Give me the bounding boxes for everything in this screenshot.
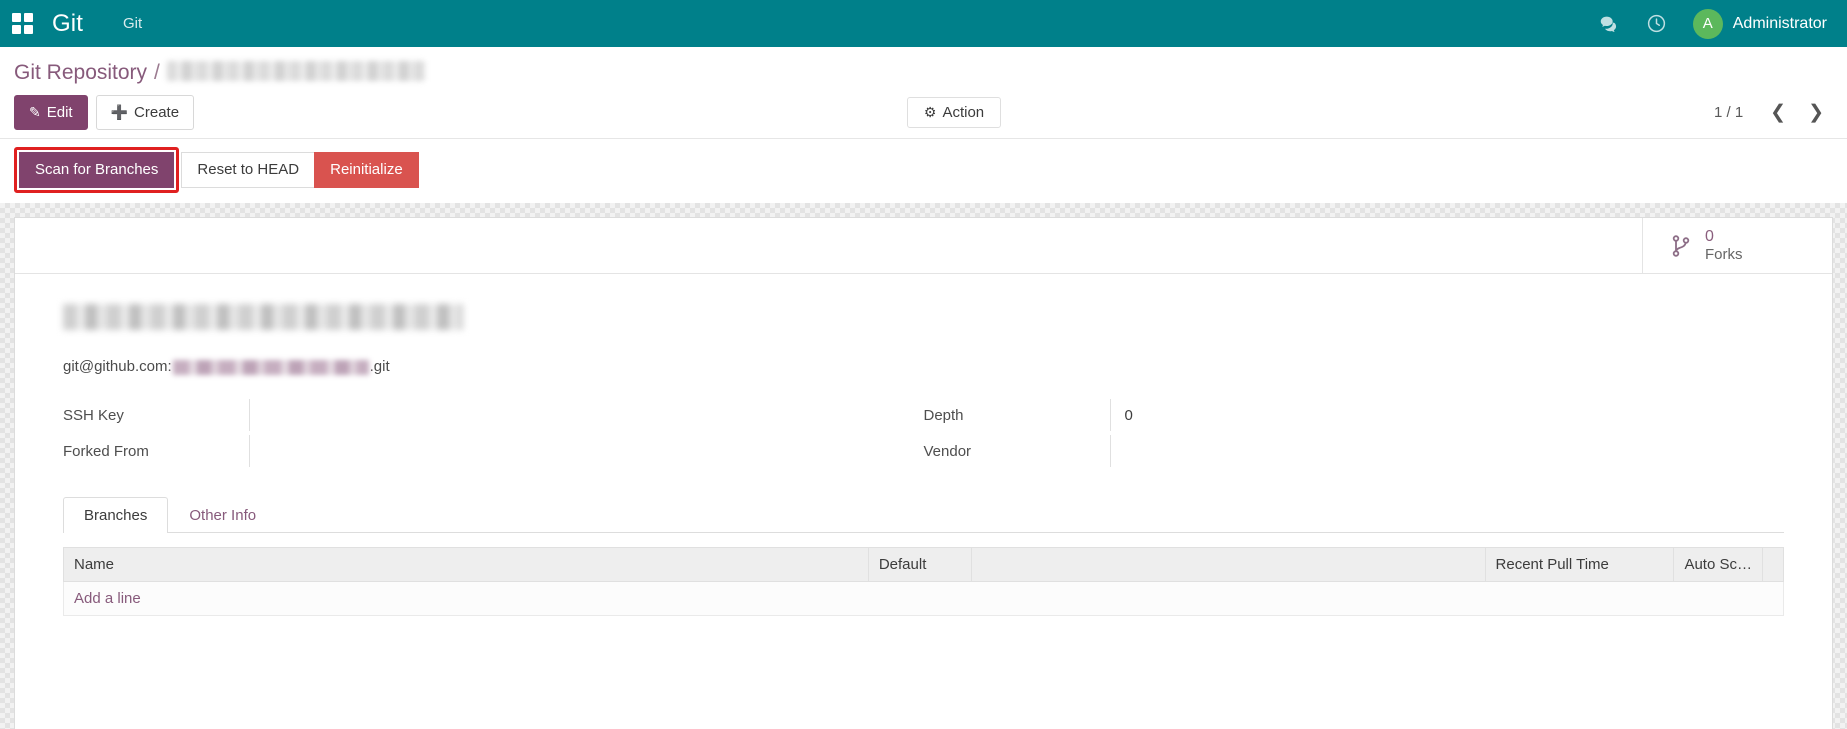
control-panel-center: ⚙ Action	[194, 97, 1714, 128]
forked-from-value[interactable]	[249, 435, 924, 467]
ssh-key-value[interactable]	[249, 399, 924, 431]
statusbar: Scan for Branches Reset to HEAD Reinitia…	[0, 138, 1847, 203]
pager-count: 1 / 1	[1713, 104, 1744, 121]
tab-branches[interactable]: Branches	[63, 497, 169, 533]
add-a-line-link[interactable]: Add a line	[63, 581, 1784, 616]
vendor-label: Vendor	[923, 442, 972, 460]
chevron-right-icon[interactable]: ❯	[1799, 101, 1833, 124]
clock-icon[interactable]	[1646, 13, 1667, 34]
forked-from-label: Forked From	[63, 442, 149, 460]
tab-other-info[interactable]: Other Info	[168, 497, 277, 533]
create-button-label: Create	[134, 104, 180, 121]
form-column-left: SSH Key Forked From	[63, 397, 924, 469]
breadcrumb-separator: /	[154, 61, 160, 84]
notebook-tabs: Branches Other Info	[63, 497, 1784, 533]
repository-url: git@github.com: .git	[63, 358, 1784, 375]
breadcrumb-current-redacted	[166, 61, 425, 81]
form-sheet: 0 Forks git@github.com: .git SSH Key Fork…	[14, 217, 1833, 729]
create-button[interactable]: ➕ Create	[95, 95, 195, 130]
table-header-row: Name Default Recent Pull Time Auto Sc…	[63, 547, 1785, 582]
add-line-row[interactable]: Add a line	[63, 581, 1784, 616]
breadcrumb-root-link[interactable]: Git Repository	[14, 61, 147, 85]
pencil-icon: ✎	[29, 104, 41, 120]
edit-button-label: Edit	[46, 104, 73, 121]
comments-icon[interactable]	[1598, 13, 1620, 35]
pager: 1 / 1 ❮ ❯	[1714, 101, 1833, 124]
depth-label: Depth	[923, 406, 964, 424]
field-row-forked-from: Forked From	[63, 433, 924, 469]
forks-label: Forks	[1705, 246, 1743, 264]
field-row-vendor: Vendor	[924, 433, 1785, 469]
sheet-background: 0 Forks git@github.com: .git SSH Key Fork…	[0, 203, 1847, 729]
form-column-right: Depth 0 Vendor	[924, 397, 1785, 469]
avatar: A	[1692, 8, 1723, 39]
repository-url-suffix: .git	[369, 358, 390, 375]
form-fields-grid: SSH Key Forked From Depth 0 Vendor	[63, 397, 1784, 469]
action-button-label: Action	[942, 104, 985, 121]
control-panel: ✎ Edit ➕ Create ⚙ Action 1 / 1 ❮ ❯	[0, 91, 1847, 138]
apps-grid-square	[12, 24, 21, 34]
field-row-ssh-key: SSH Key	[63, 397, 924, 433]
column-header-recent-pull-time[interactable]: Recent Pull Time	[1484, 547, 1675, 582]
column-header-auto-scan[interactable]: Auto Sc…	[1673, 547, 1763, 582]
action-button[interactable]: ⚙ Action	[906, 97, 1002, 128]
branches-table-head: Name Default Recent Pull Time Auto Sc…	[63, 547, 1785, 582]
nav-menu-git[interactable]: Git	[123, 15, 142, 32]
repository-url-prefix: git@github.com:	[63, 358, 172, 375]
branches-table: Name Default Recent Pull Time Auto Sc… A…	[63, 547, 1785, 616]
ssh-key-label: SSH Key	[63, 406, 124, 424]
apps-grid-square	[24, 24, 33, 34]
statusbar-button-group: Reset to HEAD Reinitialize	[181, 152, 419, 188]
repository-url-redacted	[172, 360, 369, 375]
gear-icon: ⚙	[923, 104, 937, 120]
user-name-label: Administrator	[1732, 14, 1827, 32]
sheet-body: git@github.com: .git SSH Key Forked From …	[15, 274, 1832, 616]
notebook: Branches Other Info Name Default Recent …	[63, 497, 1785, 616]
scan-for-branches-button[interactable]: Scan for Branches	[19, 152, 175, 188]
column-header-end	[1761, 547, 1785, 582]
stat-buttons-row: 0 Forks	[15, 218, 1832, 274]
apps-grid-icon[interactable]	[12, 12, 34, 35]
depth-value[interactable]: 0	[1109, 399, 1785, 431]
code-branch-icon	[1669, 233, 1693, 259]
tab-content-branches: Name Default Recent Pull Time Auto Sc… A…	[63, 533, 1785, 616]
plus-icon: ➕	[110, 104, 129, 120]
forks-stat-button[interactable]: 0 Forks	[1642, 218, 1832, 273]
column-header-default[interactable]: Default	[867, 547, 972, 582]
navbar-right-group: A Administrator	[1598, 8, 1827, 39]
forks-count: 0	[1705, 227, 1714, 245]
column-header-blank	[970, 547, 1486, 582]
reset-to-head-button[interactable]: Reset to HEAD	[181, 152, 315, 188]
edit-button[interactable]: ✎ Edit	[14, 95, 88, 130]
apps-grid-square	[24, 12, 33, 22]
reinitialize-button[interactable]: Reinitialize	[314, 152, 419, 188]
breadcrumb: Git Repository /	[0, 47, 1847, 91]
branches-table-body: Add a line	[63, 581, 1784, 616]
user-menu[interactable]: A Administrator	[1692, 8, 1827, 39]
forks-stat-text: 0 Forks	[1705, 228, 1743, 264]
top-navbar: Git Git A Administrator	[0, 0, 1847, 47]
scan-branches-highlight: Scan for Branches	[14, 147, 180, 193]
repository-title-redacted	[63, 304, 463, 330]
column-header-name[interactable]: Name	[63, 547, 869, 582]
chevron-left-icon[interactable]: ❮	[1761, 101, 1795, 124]
field-row-depth: Depth 0	[924, 397, 1785, 433]
app-brand[interactable]: Git	[52, 10, 83, 38]
apps-grid-square	[12, 12, 21, 22]
vendor-value[interactable]	[1109, 435, 1785, 467]
